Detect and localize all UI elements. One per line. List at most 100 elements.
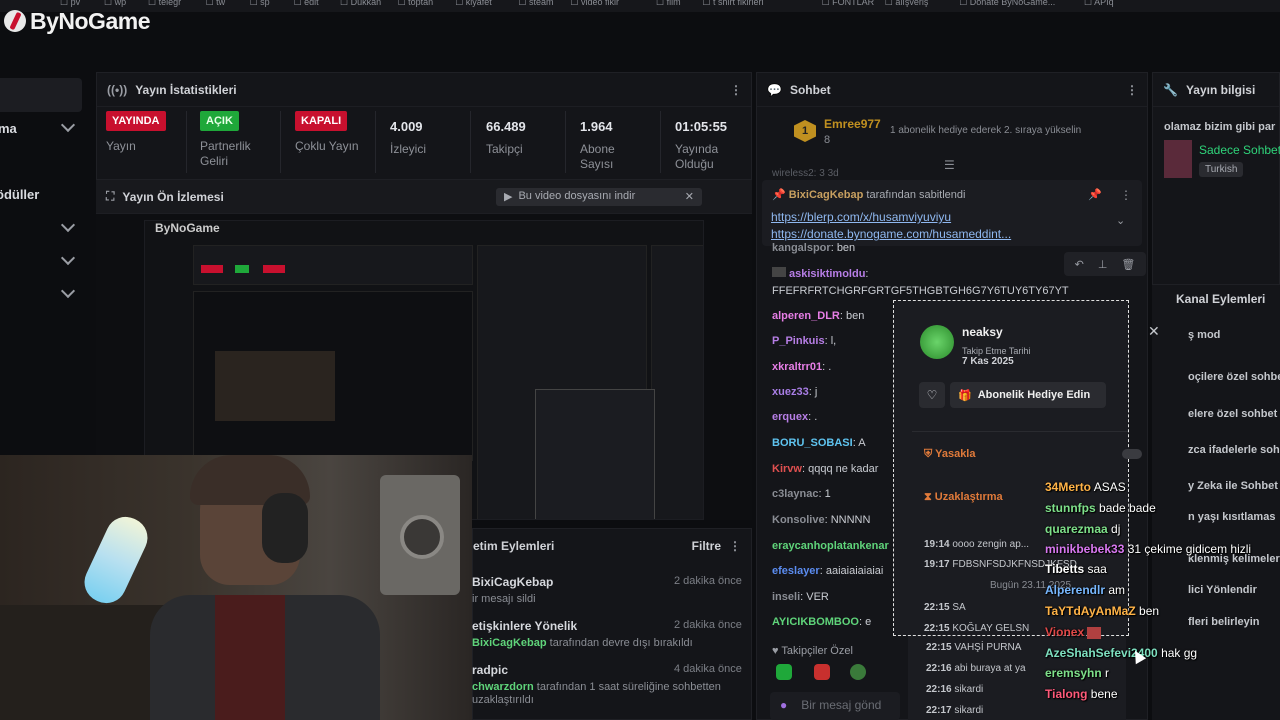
stat-label: Takipçi xyxy=(486,142,523,156)
close-icon[interactable]: ✕ xyxy=(1148,323,1160,340)
stat-label: Yayında Olduğu xyxy=(675,142,719,171)
chevron-down-icon[interactable]: ⌄ xyxy=(1116,214,1125,227)
emote-icon[interactable] xyxy=(776,664,792,680)
close-icon[interactable]: ✕ xyxy=(685,190,694,204)
mod-item-time: 4 dakika önce xyxy=(674,663,742,675)
heart-button[interactable]: ♡ xyxy=(919,382,945,408)
stream-info-header: 🔧 Yayın bilgisi xyxy=(1153,73,1279,107)
bookmark-item[interactable]: ☐ edit xyxy=(294,0,319,8)
bookmark-item[interactable]: ☐ FONTLAR xyxy=(822,0,875,8)
bookmark-item[interactable]: ☐ APIq xyxy=(1084,0,1114,8)
history-line: 22:15 KOĞLAY GELSN xyxy=(924,623,1030,634)
chat-message: xuez33: j xyxy=(772,386,818,398)
nav-selected[interactable] xyxy=(0,78,82,112)
chevron-down-icon[interactable] xyxy=(60,283,76,299)
stat-viewers: 4.009 İzleyici xyxy=(390,119,426,157)
chat-message: c3laynac: 1 xyxy=(772,488,831,500)
bookmark-item[interactable]: ☐ steam xyxy=(518,0,553,8)
bookmark-item[interactable]: ☐ telegr xyxy=(148,0,181,8)
stat-label: Partnerlik Geliri xyxy=(200,139,251,168)
bookmark-item[interactable]: ☐ toptan xyxy=(398,0,434,8)
chat-message: BORU_SOBASI: A xyxy=(772,437,866,449)
mic-icon[interactable]: ● xyxy=(780,698,787,714)
follow-date-label: Takip Etme Tarihi xyxy=(962,346,1031,356)
stat-label: İzleyici xyxy=(390,142,427,156)
history-line: 22:17 sikardi xyxy=(926,705,984,716)
chat-input-placeholder: Bir mesaj gönd xyxy=(801,698,882,712)
chat-message: Kirvw: qqqq ne kadar xyxy=(772,463,879,475)
chat-message: eraycanhoplatankenar xyxy=(772,540,889,552)
pin-icon[interactable]: 📌 xyxy=(1088,188,1102,201)
channel-actions-title: Kanal Eylemleri xyxy=(1176,292,1266,306)
logo-text: ByNoGame xyxy=(30,7,150,34)
bookmark-item[interactable]: ☐ t shirt fikirleri xyxy=(702,0,763,8)
top-gifter-name[interactable]: Emree977 xyxy=(824,117,881,131)
gift-sub-button[interactable]: 🎁 Abonelik Hediye Edin xyxy=(950,382,1106,408)
stat-partner: AÇIK Partnerlik Geliri xyxy=(200,111,270,169)
collapse-icon[interactable]: ☰ xyxy=(944,158,955,172)
channel-action[interactable]: lici Yönlendir xyxy=(1188,584,1257,596)
chat-input[interactable]: ● Bir mesaj gönd xyxy=(770,692,900,720)
pin-icon: 📌 xyxy=(772,189,786,201)
ban-toggle[interactable] xyxy=(1122,449,1142,459)
nav-item-label[interactable]: ma xyxy=(0,121,17,136)
avatar xyxy=(920,325,954,359)
emote-icon[interactable] xyxy=(814,664,830,680)
chevron-down-icon[interactable] xyxy=(60,217,76,233)
message-actions: ↶ ⊥ 🗑 xyxy=(1064,252,1146,276)
top-gifter-message: 1 abonelik hediye ederek 2. sıraya yükse… xyxy=(890,125,1082,136)
stats-panel-title: Yayın İstatistikleri xyxy=(135,82,237,97)
chevron-down-icon[interactable] xyxy=(60,250,76,266)
ban-button[interactable]: ⛨ Yasakla xyxy=(924,448,975,461)
channel-action[interactable]: ş mod xyxy=(1188,329,1220,341)
overlay-chat-line: Vionex xyxy=(1045,625,1102,639)
overlay-chat-line: TaYTdAyAnMaZ ben xyxy=(1045,604,1160,618)
pin-icon[interactable]: ⊥ xyxy=(1098,258,1108,271)
bookmark-item[interactable]: ☐ alışveriş xyxy=(885,0,929,8)
pinned-link[interactable]: https://blerp.com/x/husamviyuviyu xyxy=(771,210,951,224)
more-icon[interactable]: ⋮ xyxy=(730,83,742,97)
bookmark-item[interactable]: ☐ video fikir xyxy=(570,0,619,8)
bookmark-item[interactable]: ☐ tw xyxy=(206,0,226,8)
mod-item-title: radpic xyxy=(472,663,509,677)
channel-action[interactable]: elere özel sohbet xyxy=(1188,408,1277,420)
channel-action[interactable]: y Zeka ile Sohbet xyxy=(1188,480,1278,492)
stat-multistream: KAPALI Çoklu Yayın xyxy=(295,111,359,154)
timeout-button[interactable]: ⧗ Uzaklaştırma xyxy=(924,491,1003,504)
emote-icon[interactable] xyxy=(850,664,866,680)
channel-action[interactable]: fleri belirleyin xyxy=(1188,616,1260,628)
bookmark-item[interactable]: ☐ Donate ByNoGame... xyxy=(959,0,1055,8)
bookmark-item[interactable]: ☐ film xyxy=(656,0,681,8)
download-tooltip[interactable]: ▶ Bu video dosyasını indir ✕ xyxy=(496,188,702,206)
channel-action[interactable]: oçilere özel sohbet xyxy=(1188,371,1280,383)
pinned-header: 📌 BixiCagKebap tarafından sabitlendi xyxy=(772,189,966,201)
chevron-down-icon[interactable] xyxy=(60,117,76,133)
undo-icon[interactable]: ↶ xyxy=(1075,258,1084,271)
more-icon[interactable]: ⋮ xyxy=(729,539,741,553)
bookmark-item[interactable]: ☐ Dukkan xyxy=(340,0,381,8)
stat-label: Çoklu Yayın xyxy=(295,139,359,153)
more-icon[interactable]: ⋮ xyxy=(1120,188,1132,202)
more-icon[interactable]: ⋮ xyxy=(1126,83,1138,97)
overlay-chat-line: minikbebek33 31 çekime gidicem hizli xyxy=(1045,542,1252,556)
bookmark-item[interactable]: ☐ kiyafet xyxy=(455,0,492,8)
chat-message: erquex: . xyxy=(772,411,818,423)
chat-message: xkraltrr01: . xyxy=(772,361,832,373)
stat-value: 1.964 xyxy=(580,119,613,134)
trash-icon[interactable]: 🗑 xyxy=(1121,258,1135,271)
preview-icon: ⛶ xyxy=(106,189,115,203)
channel-action[interactable]: n yaşı kısıtlamas xyxy=(1188,511,1275,523)
filter-button[interactable]: Filtre xyxy=(692,539,721,553)
mod-item-time: 2 dakika önce xyxy=(674,575,742,587)
mod-item-title: BixiCagKebap xyxy=(472,575,554,589)
status-badge: KAPALI xyxy=(295,111,348,131)
heart-icon: ♥ xyxy=(772,645,779,657)
nav-item-label[interactable]: ödüller xyxy=(0,187,39,202)
category-name[interactable]: Sadece Sohbet xyxy=(1199,143,1280,157)
pinned-link[interactable]: https://donate.bynogame.com/husameddint.… xyxy=(771,227,1011,241)
logo[interactable]: ByNoGame xyxy=(4,4,150,38)
chat-partial-line: wireless2: 3 3d xyxy=(772,168,839,179)
bookmark-item[interactable]: ☐ sp xyxy=(250,0,270,8)
overlay-chat-line: Tialong bene xyxy=(1045,687,1118,701)
channel-action[interactable]: zca ifadelerle sohb xyxy=(1188,444,1280,456)
